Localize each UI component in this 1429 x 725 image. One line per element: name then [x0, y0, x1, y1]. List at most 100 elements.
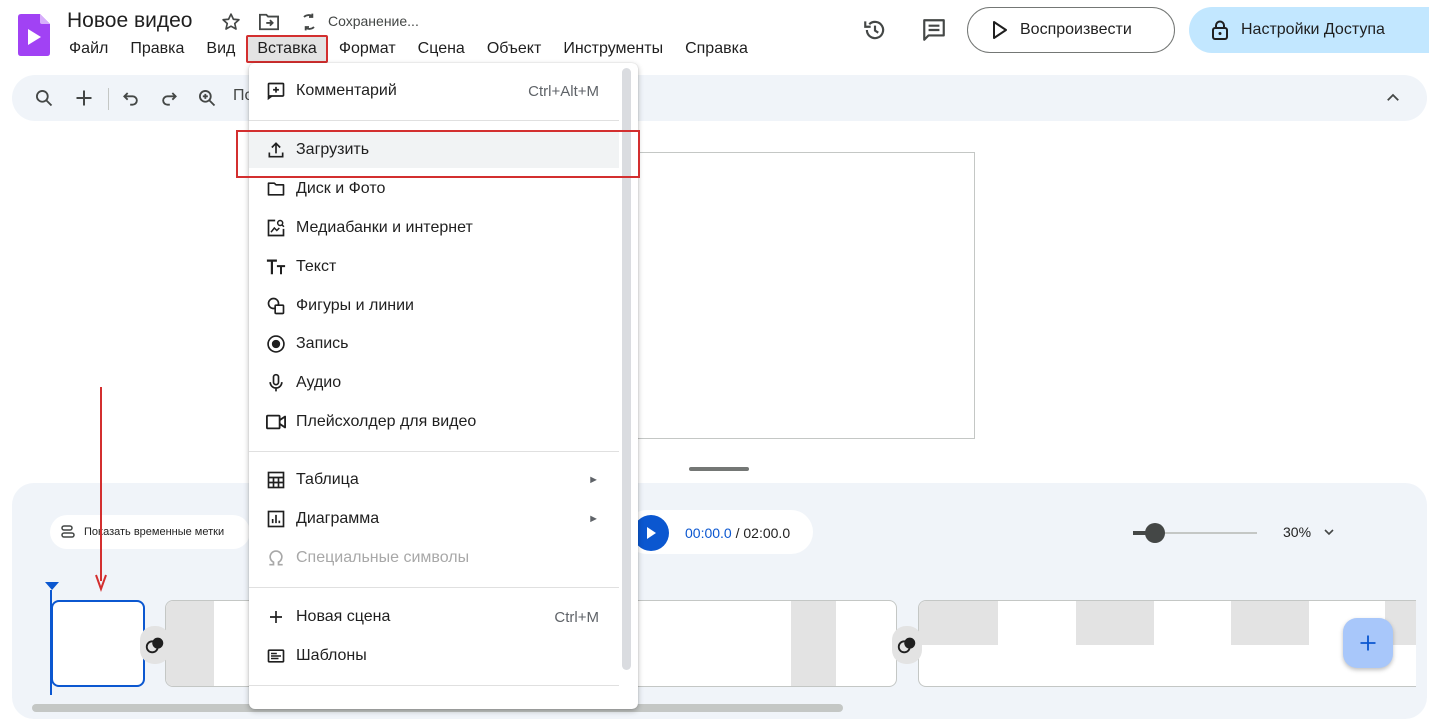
menu-item-shortcut: Ctrl+Alt+M: [528, 82, 599, 100]
menu-view[interactable]: Вид: [195, 35, 246, 63]
menubar: Файл Правка Вид Вставка Формат Сцена Объ…: [58, 35, 759, 63]
menu-object[interactable]: Объект: [476, 35, 552, 63]
menu-item-record[interactable]: Запись: [249, 326, 619, 362]
current-time: 00:00.0: [685, 525, 732, 541]
menu-scene[interactable]: Сцена: [407, 35, 476, 63]
star-icon[interactable]: [219, 10, 243, 34]
menu-help[interactable]: Справка: [674, 35, 759, 63]
menu-insert[interactable]: Вставка: [246, 35, 328, 63]
add-comment-icon: [265, 80, 287, 102]
menu-item-video-placeholder[interactable]: Плейсхолдер для видео: [249, 404, 619, 440]
microphone-icon: [265, 372, 287, 394]
menu-item-audio[interactable]: Аудио: [249, 365, 619, 401]
transition-icon[interactable]: [892, 626, 922, 664]
add-icon: [265, 606, 287, 628]
submenu-arrow-icon: ►: [588, 513, 599, 525]
scene-canvas[interactable]: [625, 152, 975, 439]
scene-content-block: [919, 601, 998, 645]
folder-icon: [265, 178, 287, 200]
menu-item-label: Фигуры и линии: [296, 297, 414, 314]
menu-item-chart[interactable]: Диаграмма ►: [249, 501, 619, 537]
menu-item-label: Шаблоны: [296, 647, 367, 664]
menu-item-drive-photos[interactable]: Диск и Фото: [249, 171, 619, 207]
search-icon[interactable]: [32, 86, 56, 110]
saving-status: Сохранение...: [328, 13, 419, 29]
share-button-label: Настройки Доступа: [1241, 21, 1385, 38]
comment-icon[interactable]: [920, 16, 948, 44]
redo-icon[interactable]: [157, 86, 181, 110]
toolbar-separator: [108, 88, 109, 110]
chevron-down-icon[interactable]: [1321, 524, 1337, 540]
omega-icon: [265, 547, 287, 569]
menu-item-stock-web[interactable]: Медиабанки и интернет: [249, 210, 619, 246]
move-to-folder-icon[interactable]: [257, 10, 281, 34]
templates-icon: [265, 645, 287, 667]
add-scene-button[interactable]: [1343, 618, 1393, 668]
scene-content-block: [166, 601, 214, 686]
scene-content-block: [791, 601, 836, 686]
zoom-level[interactable]: 30%: [1283, 524, 1311, 540]
timestamps-icon: [60, 524, 76, 540]
add-icon: [1360, 635, 1376, 651]
timeline-play-button[interactable]: [633, 515, 669, 551]
play-button-label: Воспроизвести: [1020, 21, 1132, 38]
undo-icon[interactable]: [119, 86, 143, 110]
play-preview-button[interactable]: Воспроизвести: [967, 7, 1175, 53]
time-readout: 00:00.0 / 02:00.0: [685, 525, 790, 541]
play-icon: [992, 21, 1008, 39]
menu-divider: [249, 120, 619, 121]
menu-item-shapes[interactable]: Фигуры и линии: [249, 288, 619, 324]
collapse-chevron-icon[interactable]: [1381, 86, 1405, 110]
total-duration: 02:00.0: [743, 525, 791, 541]
submenu-arrow-icon: ►: [588, 474, 599, 486]
share-settings-button[interactable]: Настройки Доступа: [1189, 7, 1429, 53]
menu-item-label: Диск и Фото: [296, 180, 386, 197]
menu-item-new-scene[interactable]: Новая сцена Ctrl+M: [249, 599, 619, 635]
menu-item-label: Аудио: [296, 374, 342, 391]
menu-item-comment[interactable]: Комментарий Ctrl+Alt+M: [249, 73, 619, 109]
menu-item-label: Новая сцена: [296, 608, 391, 625]
scene-thumbnail-3[interactable]: [918, 600, 1416, 687]
menu-item-label: Диаграмма: [296, 510, 380, 527]
menu-item-label: Запись: [296, 335, 349, 352]
lock-icon: [1211, 20, 1229, 40]
vids-logo-icon[interactable]: [18, 14, 50, 56]
zoom-icon[interactable]: [195, 86, 219, 110]
menu-divider: [249, 451, 619, 452]
menu-divider: [249, 685, 619, 686]
document-title[interactable]: Новое видео: [67, 9, 192, 33]
transition-icon[interactable]: [140, 626, 170, 664]
panel-resize-handle[interactable]: [689, 467, 749, 471]
menu-item-shortcut: Ctrl+M: [554, 608, 599, 626]
shapes-icon: [265, 295, 287, 317]
menu-divider: [249, 587, 619, 588]
play-icon: [647, 527, 656, 539]
add-icon[interactable]: [72, 86, 96, 110]
menu-item-text[interactable]: Текст: [249, 249, 619, 285]
record-icon: [265, 333, 287, 355]
sync-icon: [297, 10, 321, 34]
menu-item-special-chars: Специальные символы: [249, 540, 619, 576]
menu-format[interactable]: Формат: [328, 35, 407, 63]
playhead-line: [50, 590, 52, 695]
text-icon: [265, 256, 287, 278]
chart-icon: [265, 508, 287, 530]
menu-item-label: Таблица: [296, 471, 359, 488]
menu-file[interactable]: Файл: [58, 35, 119, 63]
menu-item-label: Плейсхолдер для видео: [296, 413, 477, 430]
menu-item-label: Медиабанки и интернет: [296, 219, 473, 236]
menu-item-label: Текст: [296, 258, 337, 275]
menu-item-table[interactable]: Таблица ►: [249, 462, 619, 498]
time-separator: /: [731, 525, 744, 541]
history-icon[interactable]: [861, 16, 889, 44]
menu-tools[interactable]: Инструменты: [552, 35, 674, 63]
scene-content-block: [1076, 601, 1154, 645]
menu-item-templates[interactable]: Шаблоны: [249, 638, 619, 674]
show-timestamps-button[interactable]: Показать временные метки: [50, 515, 250, 549]
table-icon: [265, 469, 287, 491]
scene-content-block: [1231, 601, 1309, 645]
menu-item-label: Комментарий: [296, 82, 397, 99]
menu-item-label: Специальные символы: [296, 549, 470, 566]
scene-thumbnail-1[interactable]: [51, 600, 145, 687]
menu-edit[interactable]: Правка: [119, 35, 195, 63]
